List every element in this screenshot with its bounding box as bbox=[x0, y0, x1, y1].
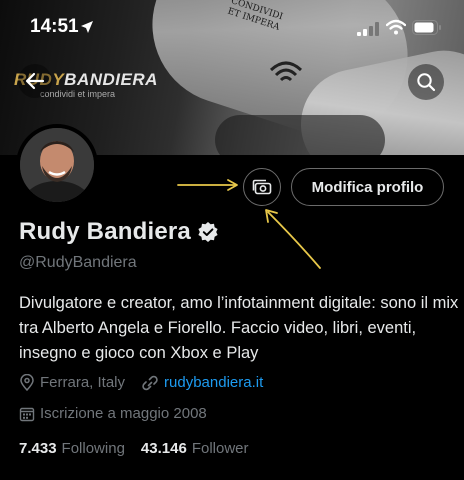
profile-bio: Divulgatore e creator, amo l’infotainmen… bbox=[19, 294, 459, 362]
battery-icon bbox=[412, 20, 441, 35]
followers-label: Follower bbox=[191, 440, 249, 457]
banner-shadow bbox=[215, 115, 385, 155]
display-name: Rudy Bandiera bbox=[19, 218, 191, 245]
wifi-tattoo-icon bbox=[269, 61, 303, 82]
back-button[interactable] bbox=[18, 64, 52, 98]
followers-count: 43.146 bbox=[140, 440, 187, 457]
edit-profile-button[interactable]: Modifica profilo bbox=[291, 168, 444, 206]
brand-suffix: BANDIERA bbox=[64, 70, 158, 89]
status-time: 14:51 bbox=[30, 16, 79, 37]
search-icon bbox=[417, 73, 436, 92]
camera-icon bbox=[252, 179, 272, 195]
wifi-icon bbox=[386, 19, 406, 35]
signal-icon bbox=[357, 22, 379, 36]
brand-tagline: condividi et impera bbox=[40, 89, 116, 99]
avatar[interactable] bbox=[16, 124, 98, 206]
location-pin-icon bbox=[20, 374, 34, 391]
profile-location: Ferrara, Italy bbox=[40, 374, 126, 391]
status-bar: 14:51 bbox=[0, 0, 464, 50]
camera-button[interactable] bbox=[243, 168, 281, 206]
profile-meta-joined-row: Iscrizione a maggio 2008 bbox=[19, 405, 207, 422]
following-label: Following bbox=[61, 440, 125, 457]
search-button[interactable] bbox=[408, 64, 444, 100]
display-name-row: Rudy Bandiera bbox=[19, 218, 219, 246]
profile-meta-location-row: Ferrara, Italy rudybandiera.it bbox=[19, 374, 263, 391]
back-arrow-icon bbox=[25, 72, 45, 90]
followers-stat[interactable]: 43.146 Follower bbox=[141, 440, 249, 457]
following-count: 7.433 bbox=[19, 440, 57, 457]
avatar-photo bbox=[20, 128, 94, 202]
location-arrow-icon bbox=[81, 21, 93, 33]
profile-stats: 7.433 Following 43.146 Follower bbox=[19, 440, 265, 457]
profile-joined-date: Iscrizione a maggio 2008 bbox=[40, 405, 207, 422]
verified-badge-icon[interactable] bbox=[197, 221, 219, 243]
link-icon bbox=[142, 375, 158, 390]
calendar-icon bbox=[19, 407, 35, 421]
user-handle: @RudyBandiera bbox=[19, 254, 137, 271]
profile-website-link[interactable]: rudybandiera.it bbox=[164, 374, 263, 391]
following-stat[interactable]: 7.433 Following bbox=[19, 440, 125, 457]
